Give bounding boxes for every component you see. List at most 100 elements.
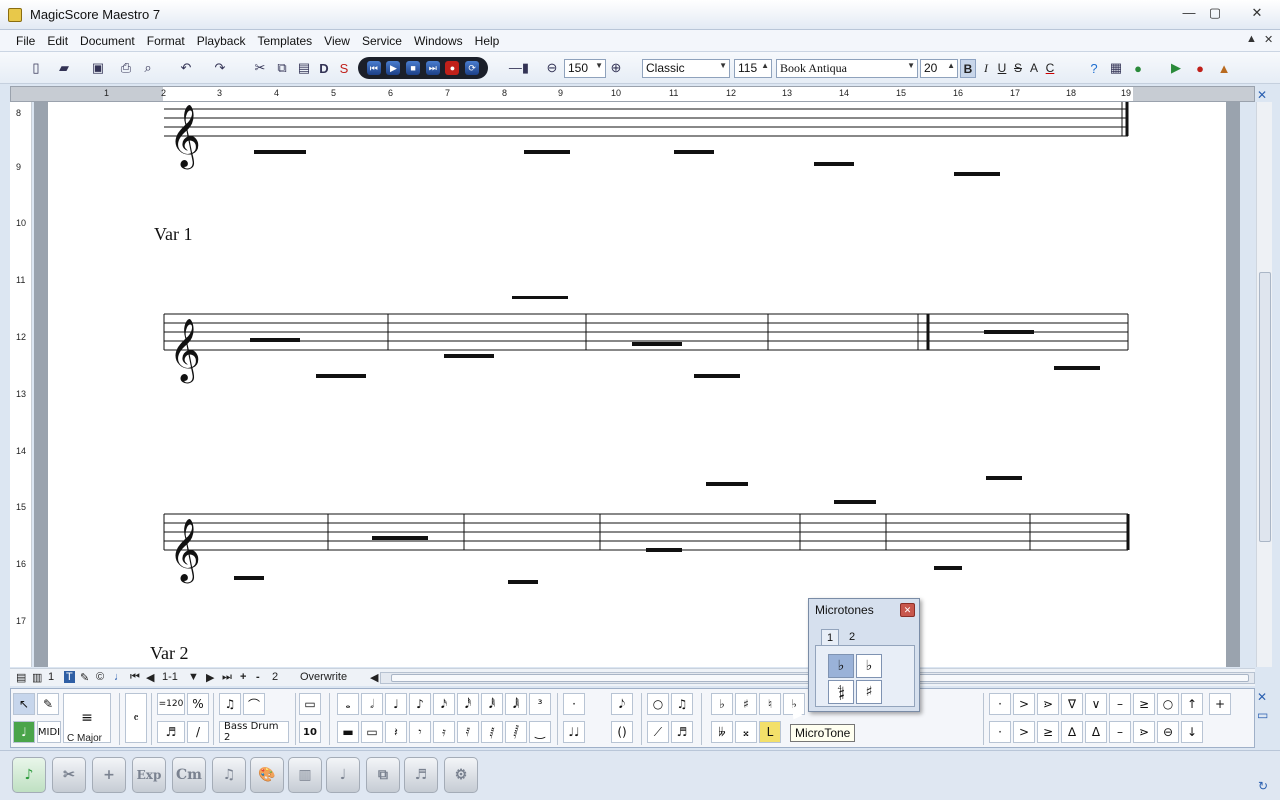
case-button[interactable]: C [1042,59,1058,78]
quarter-sharp-icon[interactable]: 𝄲 [828,680,854,704]
insert-tool[interactable]: + [92,757,126,793]
remove-page-button[interactable]: - [256,671,260,683]
undo-icon[interactable]: ↶ [176,58,196,78]
pencil-tool-icon[interactable]: ✎ [37,693,59,715]
sixty-fourth-note-icon[interactable]: 𝅘𝅥𝅱 [481,693,503,715]
rewind-icon[interactable]: ⏮ [366,61,381,75]
metronome-icon[interactable]: ▲ [1214,58,1234,78]
refresh-icon[interactable]: ↻ [1258,779,1268,793]
last-page-icon[interactable]: ⏭ [222,671,232,684]
stop-icon[interactable]: ■ [406,61,421,75]
three-quarter-sharp-icon[interactable]: ♯ [856,680,882,704]
double-dot-icon[interactable]: ♩♩ [563,721,585,743]
menu-document[interactable]: Document [74,34,141,48]
tempo-button[interactable]: =120 [157,693,185,715]
paste-icon[interactable]: ▤ [294,58,314,78]
whole-rest-icon[interactable]: ▬ [337,721,359,743]
play-icon[interactable]: ▶ [386,61,401,75]
double-sharp-icon[interactable]: 𝄪 [735,721,757,743]
print-icon[interactable]: ⎙ [116,58,136,78]
stepper-icon[interactable]: ▲ [761,61,769,70]
slash-icon[interactable]: / [187,721,209,743]
settings-tool[interactable]: ⚙ [444,757,478,793]
strike-button[interactable]: S [1010,59,1026,78]
down-bow-icon[interactable]: ∇ [1061,693,1083,715]
globe-icon[interactable]: ● [1128,58,1148,78]
print-preview-icon[interactable]: ⌕ [138,58,158,78]
menu-view[interactable]: View [318,34,356,48]
triplet-icon[interactable]: ³ [529,693,551,715]
select-tool-icon[interactable]: ↖ [13,693,35,715]
new-document-icon[interactable]: ▯ [26,58,46,78]
flag-note-icon[interactable]: 𝅘𝅥𝅮 [611,693,633,715]
close-palette-icon[interactable]: ✕ [1257,690,1267,704]
cut-tool[interactable]: ✂ [52,757,86,793]
tie-icon[interactable]: ‿ [529,721,551,743]
up-bow-icon[interactable]: ∨ [1085,693,1107,715]
scroll-left-icon[interactable]: ◀ [370,671,378,684]
arrow-up-icon[interactable]: ↑ [1181,693,1203,715]
accent-icon[interactable]: > [1013,693,1035,715]
gliss-icon[interactable]: ⟋ [647,721,669,743]
menu-playback[interactable]: Playback [191,34,252,48]
redo-icon[interactable]: ↷ [210,58,230,78]
sixty-fourth-rest-icon[interactable]: 𝅁 [481,721,503,743]
dash-button[interactable]: D [314,58,334,78]
quarter-note-icon[interactable]: ♩ [385,693,407,715]
mdi-restore-icon[interactable]: ▲ [1246,33,1257,45]
record-icon[interactable]: ● [445,61,460,75]
copyright-icon[interactable]: © [96,671,104,683]
maximize-button[interactable]: ▢ [1202,4,1228,22]
sfz-below-icon[interactable]: ⋗ [1133,721,1155,743]
rest-icon[interactable]: ▭ [299,693,321,715]
mordent-icon[interactable]: ⊖ [1157,721,1179,743]
first-page-icon[interactable]: ⏮ [130,671,140,684]
three-quarter-flat-icon[interactable]: ♭ [856,654,882,678]
expression-tool[interactable]: Exp [132,757,166,793]
tenuto-icon[interactable]: – [1109,693,1131,715]
text-mode-icon[interactable]: T [64,671,75,683]
grace-note-icon[interactable]: 𝅘𝅥𝅲 [505,693,527,715]
sixteenth-rest-icon[interactable]: 𝄿 [433,721,455,743]
thirty-second-note-icon[interactable]: 𝅘𝅥𝅰 [457,693,479,715]
font-size-field[interactable]: 20 ▲ [920,59,958,78]
harmonic-icon[interactable]: ○ [1157,693,1179,715]
page-view-icon[interactable]: ▥ [32,671,42,684]
loop-icon[interactable]: ⟳ [465,61,480,75]
forward-icon[interactable]: ⏭ [425,61,440,75]
font-select[interactable]: Book Antiqua ▼ [776,59,918,78]
italic-button[interactable]: I [978,59,994,78]
help-icon[interactable]: ? [1084,58,1104,78]
rest-128-icon[interactable]: 𝅂 [505,721,527,743]
dot-icon[interactable]: · [563,693,585,715]
parentheses-icon[interactable]: () [611,721,633,743]
accent-below-icon[interactable]: > [1013,721,1035,743]
red-marker-icon[interactable]: S [334,58,354,78]
chevron-down-icon[interactable]: ▼ [907,61,915,70]
whole-note-icon[interactable]: 𝅝 [337,693,359,715]
mixer-tool[interactable]: ♬ [404,757,438,793]
l-marker-icon[interactable]: L [759,721,781,743]
piano-tool[interactable]: ▥ [288,757,322,793]
flat-icon[interactable]: ♭ [711,693,733,715]
record-score-icon[interactable]: ● [1190,58,1210,78]
play-score-icon[interactable]: ▶ [1166,58,1186,78]
tenuto-below-icon[interactable]: – [1109,721,1131,743]
prev-page-icon[interactable]: ◀ [146,671,154,684]
style-size-field[interactable]: 115 ▲ [734,59,772,78]
close-ruler-icon[interactable]: ✕ [1257,88,1267,102]
beam-icon[interactable]: ♫ [219,693,241,715]
score-canvas[interactable]: 𝄞 𝄞 𝄞 [34,102,1240,667]
guitar-tool[interactable]: ♩ [326,757,360,793]
lyrics-tool[interactable]: ♫ [212,757,246,793]
horizontal-ruler[interactable]: 1 2 3 4 5 6 7 8 9 10 11 12 13 14 15 16 1… [10,86,1255,102]
zoom-field[interactable]: 150 ▼ [564,59,606,78]
chevron-down-icon[interactable]: ▼ [719,61,727,70]
close-button[interactable]: ✕ [1240,4,1274,22]
bold-button[interactable]: B [960,59,976,78]
sharp-icon[interactable]: ♯ [735,693,757,715]
note-icon[interactable]: ♩ [114,671,125,683]
tuplet-icon[interactable]: ♬ [157,721,185,743]
underline-button[interactable]: U [994,59,1010,78]
vertical-scrollbar[interactable] [1256,102,1272,667]
